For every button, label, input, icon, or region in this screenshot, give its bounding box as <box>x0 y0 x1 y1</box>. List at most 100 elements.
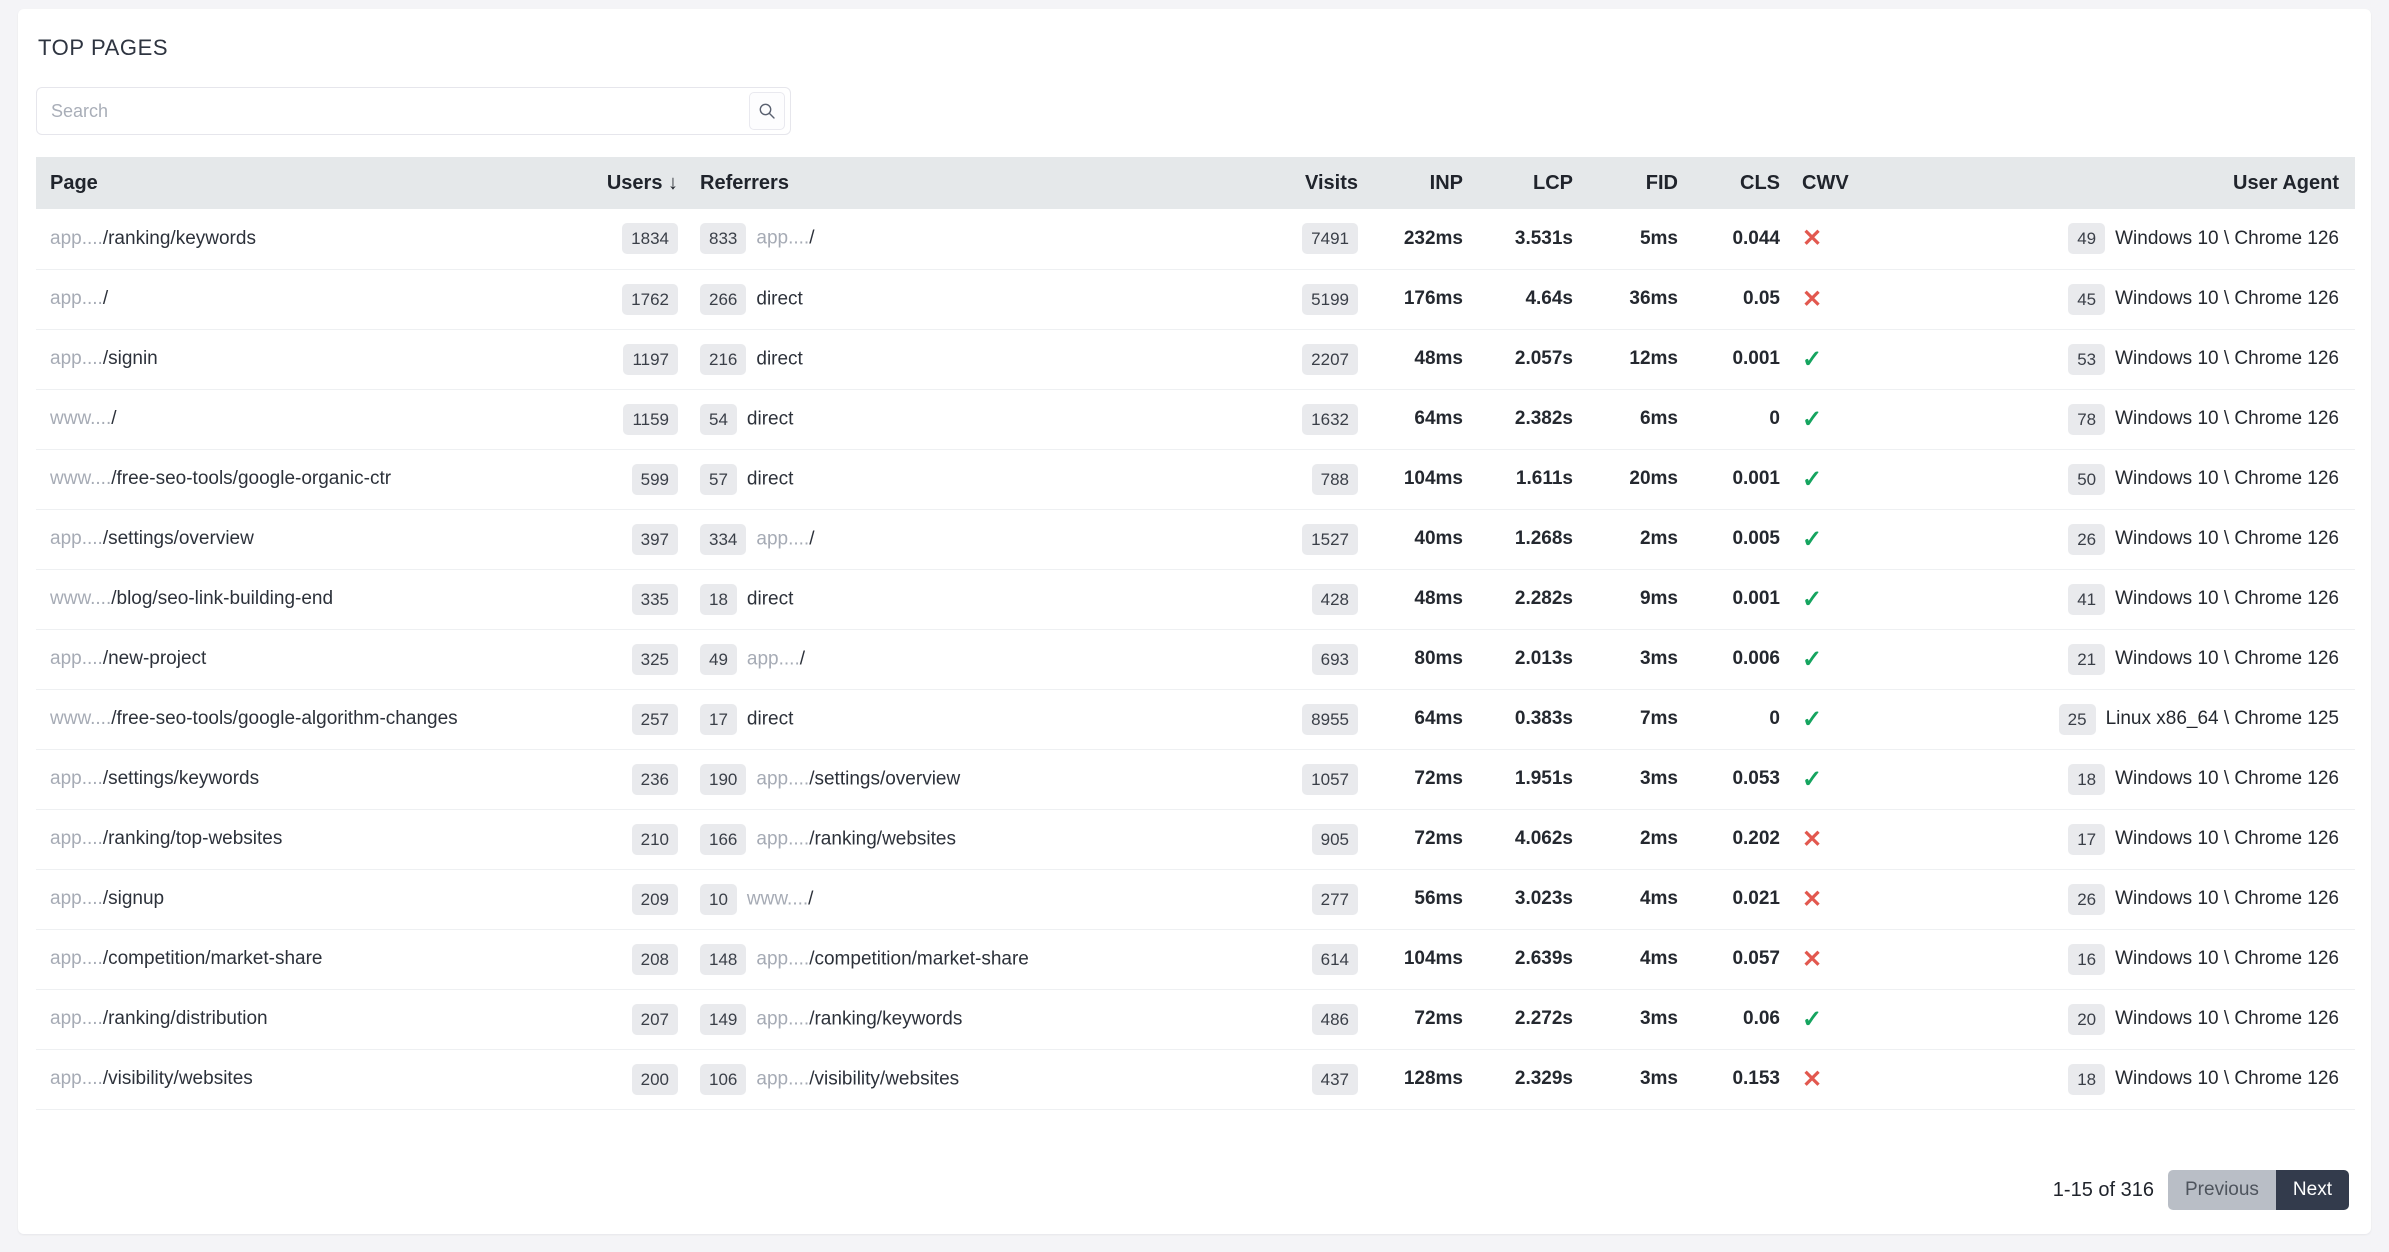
page-link[interactable]: www..../ <box>50 408 117 429</box>
cell-visits: 7491 <box>1238 209 1358 269</box>
column-header-lcp[interactable]: LCP <box>1463 157 1573 209</box>
user-agent-label: Windows 10 \ Chrome 126 <box>2115 528 2339 550</box>
referrer-link[interactable]: direct <box>747 408 793 429</box>
check-icon: ✓ <box>1802 1005 1823 1033</box>
cell-fid: 3ms <box>1639 1008 1678 1029</box>
table-row[interactable]: app..../settings/overview 397 334 app..../ 1… <box>36 509 2355 569</box>
cell-user-agent: 53 Windows 10 \ Chrome 126 <box>1940 329 2355 389</box>
page-link[interactable]: app..../signup <box>50 888 164 909</box>
column-header-referrers[interactable]: Referrers <box>678 157 1238 209</box>
page-host: app.... <box>50 648 103 670</box>
referrer-link[interactable]: direct <box>756 348 802 369</box>
table-row[interactable]: app..../ranking/distribution 207 149 app...… <box>36 989 2355 1049</box>
cell-cwv: ✓ <box>1780 329 1940 389</box>
page-link[interactable]: www..../free-seo-tools/google-algorithm-… <box>50 708 458 729</box>
referrer-link[interactable]: direct <box>747 468 793 489</box>
referrer-link[interactable]: direct <box>756 288 802 309</box>
cell-cwv: ✓ <box>1780 389 1940 449</box>
column-header-fid[interactable]: FID <box>1573 157 1678 209</box>
cell-fid: 4ms <box>1639 888 1678 909</box>
page-link[interactable]: www..../free-seo-tools/google-organic-ct… <box>50 468 391 489</box>
referrer-host: app.... <box>756 528 810 550</box>
cell-user-agent: 26 Windows 10 \ Chrome 126 <box>1940 509 2355 569</box>
table-row[interactable]: app..../visibility/websites 200 106 app....… <box>36 1049 2355 1109</box>
visits-count-chip: 277 <box>1311 883 1358 915</box>
referrer-link[interactable]: direct <box>747 708 793 729</box>
page-link[interactable]: app..../settings/keywords <box>50 768 259 789</box>
referrer-count-chip: 166 <box>700 823 747 855</box>
referrer-link[interactable]: app..../ranking/websites <box>756 828 956 849</box>
table-row[interactable]: app..../signup 209 10 www..../ 277 56ms 3.023s… <box>36 869 2355 929</box>
page-link[interactable]: app..../ranking/distribution <box>50 1008 268 1029</box>
cell-user-agent: 18 Windows 10 \ Chrome 126 <box>1940 1049 2355 1109</box>
cell-cls: 0.153 <box>1732 1068 1780 1089</box>
users-count-chip: 1834 <box>622 223 678 255</box>
page-link[interactable]: www..../blog/seo-link-building-end <box>50 588 333 609</box>
page-link[interactable]: app..../settings/overview <box>50 528 254 549</box>
column-header-user-agent[interactable]: User Agent <box>1940 157 2355 209</box>
cell-inp: 176ms <box>1403 288 1463 309</box>
cell-fid: 3ms <box>1639 648 1678 669</box>
search-box[interactable] <box>36 87 791 135</box>
referrer-link[interactable]: app..../competition/market-share <box>756 948 1028 969</box>
page-link[interactable]: app..../new-project <box>50 648 206 669</box>
column-header-page[interactable]: Page <box>36 157 586 209</box>
cell-cls: 0.006 <box>1732 648 1780 669</box>
cell-inp: 48ms <box>1414 348 1463 369</box>
cell-fid: 9ms <box>1639 588 1678 609</box>
cell-page: app..../visibility/websites <box>36 1049 586 1109</box>
column-header-cls[interactable]: CLS <box>1678 157 1780 209</box>
cell-cls: 0.001 <box>1732 348 1780 369</box>
table-row[interactable]: www..../free-seo-tools/google-algorithm-… <box>36 689 2355 749</box>
column-header-cwv[interactable]: CWV <box>1780 157 1940 209</box>
cell-page: www..../blog/seo-link-building-end <box>36 569 586 629</box>
referrer-link[interactable]: app..../ranking/keywords <box>756 1008 962 1029</box>
referrer-count-chip: 106 <box>700 1063 747 1095</box>
column-header-inp[interactable]: INP <box>1358 157 1463 209</box>
column-header-users[interactable]: Users ↓ <box>586 157 678 209</box>
user-agent-label: Windows 10 \ Chrome 126 <box>2115 768 2339 790</box>
page-link[interactable]: app..../competition/market-share <box>50 948 322 969</box>
referrer-count-chip: 266 <box>700 283 747 315</box>
table-row[interactable]: app..../settings/keywords 236 190 app..../s… <box>36 749 2355 809</box>
user-agent-label: Windows 10 \ Chrome 126 <box>2115 348 2339 370</box>
referrer-link[interactable]: app..../settings/overview <box>756 768 960 789</box>
page-link[interactable]: app..../ranking/keywords <box>50 228 256 249</box>
previous-button[interactable]: Previous <box>2168 1170 2276 1210</box>
table-row[interactable]: app..../new-project 325 49 app..../ 693 80ms 2… <box>36 629 2355 689</box>
referrer-link[interactable]: app..../ <box>756 228 814 249</box>
referrer-link[interactable]: app..../ <box>747 648 805 669</box>
referrer-count-chip: 190 <box>700 763 747 795</box>
cross-icon: ✕ <box>1802 885 1823 913</box>
referrer-link[interactable]: app..../visibility/websites <box>756 1068 959 1089</box>
page-host: app.... <box>50 948 103 970</box>
cell-users: 335 <box>586 569 678 629</box>
table-row[interactable]: app..../competition/market-share 208 148 ap… <box>36 929 2355 989</box>
referrer-link[interactable]: direct <box>747 588 793 609</box>
table-row[interactable]: app..../ 1762 266 direct 5199 176ms 4.64s 36ms 0… <box>36 269 2355 329</box>
cell-cwv: ✓ <box>1780 509 1940 569</box>
next-button[interactable]: Next <box>2275 1170 2349 1210</box>
cell-inp: 104ms <box>1403 948 1463 969</box>
cell-inp: 72ms <box>1414 1008 1463 1029</box>
cell-visits: 905 <box>1238 809 1358 869</box>
referrer-link[interactable]: www..../ <box>747 888 814 909</box>
page-link[interactable]: app..../ <box>50 288 108 309</box>
cell-fid: 36ms <box>1629 288 1678 309</box>
page-link[interactable]: app..../visibility/websites <box>50 1068 253 1089</box>
referrer-host: www.... <box>746 888 809 910</box>
referrer-link[interactable]: app..../ <box>756 528 814 549</box>
table-row[interactable]: www..../free-seo-tools/google-organic-ct… <box>36 449 2355 509</box>
check-icon: ✓ <box>1802 405 1823 433</box>
column-header-visits[interactable]: Visits <box>1238 157 1358 209</box>
user-agent-label: Windows 10 \ Chrome 126 <box>2115 227 2339 249</box>
search-button[interactable] <box>749 92 785 130</box>
table-row[interactable]: app..../signin 1197 216 direct 2207 48ms 2.057… <box>36 329 2355 389</box>
table-row[interactable]: www..../blog/seo-link-building-end 335 18 d… <box>36 569 2355 629</box>
page-link[interactable]: app..../ranking/top-websites <box>50 828 282 849</box>
table-row[interactable]: app..../ranking/top-websites 210 166 app...… <box>36 809 2355 869</box>
table-row[interactable]: app..../ranking/keywords 1834 833 app..../ 7… <box>36 209 2355 269</box>
search-input[interactable] <box>37 88 749 134</box>
page-link[interactable]: app..../signin <box>50 348 158 369</box>
table-row[interactable]: www..../ 1159 54 direct 1632 64ms 2.382s 6ms 0 ✓ 7… <box>36 389 2355 449</box>
